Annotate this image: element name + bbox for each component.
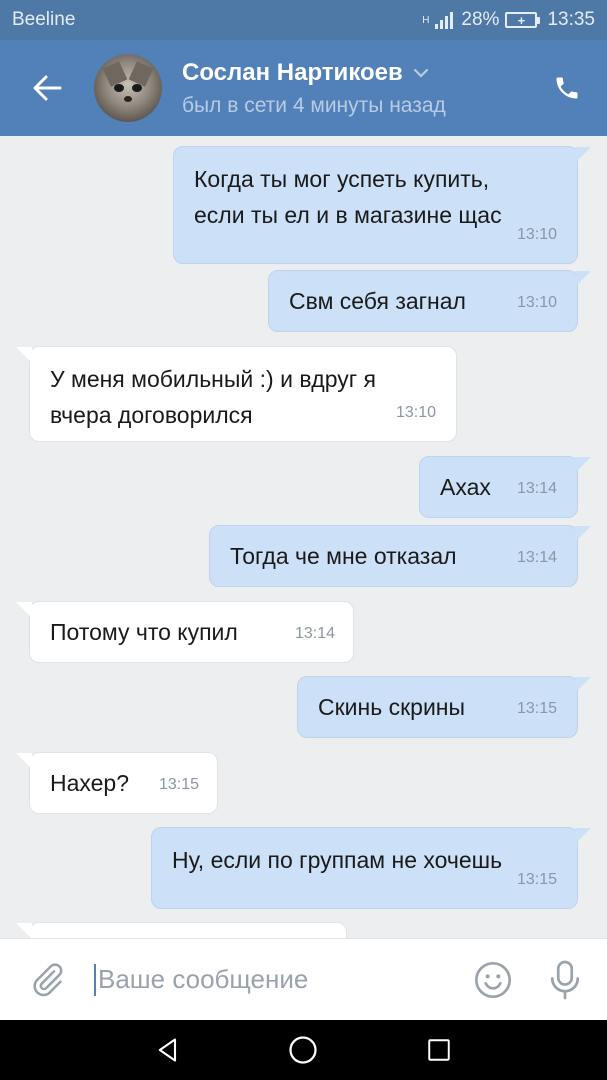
signal-icon — [435, 11, 454, 29]
message-bubble-outgoing[interactable]: Скинь скрины 13:15 — [297, 676, 591, 738]
chat-header: Сослан Нартикоев был в сети 4 минуты наз… — [0, 40, 607, 136]
message-time: 13:14 — [516, 480, 557, 497]
message-time: 13:10 — [395, 404, 436, 421]
battery-icon: + — [505, 12, 541, 28]
back-button[interactable] — [0, 40, 94, 136]
message-text: У меня мобильный :) и вдруг я — [50, 366, 376, 392]
message-text: Свм себя загнал — [289, 288, 466, 314]
message-time: 13:10 — [516, 226, 557, 243]
attach-button[interactable] — [0, 939, 94, 1021]
message-bubble-outgoing[interactable]: Тогда че мне отказал 13:14 — [209, 525, 591, 587]
smiley-icon — [475, 961, 511, 998]
message-time: 13:14 — [516, 549, 557, 566]
status-bar: Beeline H 28% + 13:35 — [0, 0, 607, 40]
message-input-wrapper[interactable] — [94, 939, 463, 1021]
voice-message-button[interactable] — [523, 939, 607, 1021]
message-text: Нахер? — [50, 770, 130, 796]
battery-percent: 28% — [461, 9, 500, 30]
chevron-down-icon — [413, 68, 429, 78]
microphone-icon — [550, 960, 580, 999]
carrier-name: Beeline — [12, 9, 76, 30]
contact-name: Сослан Нартикоев — [182, 58, 403, 86]
contact-name-row: Сослан Нартикоев — [182, 59, 527, 87]
message-text: вчера договорился — [50, 402, 253, 428]
network-type: H — [422, 15, 430, 26]
message-bubble-incoming[interactable]: Потому что купил 13:14 — [16, 601, 354, 663]
message-bubble-outgoing[interactable]: Свм себя загнал 13:10 — [268, 270, 591, 332]
message-bubble-incoming[interactable]: Нахер? 13:15 — [16, 752, 218, 814]
paperclip-icon — [33, 962, 63, 996]
message-bubble-outgoing[interactable]: Когда ты мог успеть купить, если ты ел и… — [173, 146, 591, 264]
nav-back-button[interactable] — [138, 1020, 198, 1080]
message-time: 13:15 — [516, 700, 557, 717]
text-caret — [94, 963, 96, 996]
arrow-left-icon — [33, 75, 62, 101]
message-text: Когда ты мог успеть купить, — [194, 166, 490, 192]
nav-home-button[interactable] — [273, 1020, 333, 1080]
message-time: 13:14 — [294, 625, 335, 642]
contact-last-seen: был в сети 4 минуты назад — [182, 93, 446, 117]
system-nav-bar — [0, 1020, 607, 1080]
message-text: Скинь скрины — [318, 694, 466, 720]
message-input[interactable] — [97, 964, 463, 995]
message-text: если ты ел и в магазине щас — [194, 202, 502, 228]
message-time: 13:15 — [516, 871, 557, 888]
clock: 13:35 — [547, 9, 595, 30]
call-button[interactable] — [527, 40, 607, 136]
message-time: 13:15 — [158, 776, 199, 793]
phone-icon — [556, 77, 578, 99]
message-text: Тогда че мне отказал — [230, 543, 457, 569]
home-circle-icon — [289, 1036, 318, 1064]
status-indicators: H 28% + 13:35 — [422, 9, 595, 31]
message-bubble-outgoing[interactable]: Ну, если по группам не хочешь 13:15 — [151, 827, 591, 909]
message-text: Ахах — [440, 474, 491, 500]
emoji-button[interactable] — [463, 939, 523, 1021]
avatar[interactable] — [94, 54, 162, 122]
back-triangle-icon — [158, 1038, 176, 1062]
message-bubble-outgoing[interactable]: Ахах 13:14 — [419, 456, 591, 518]
message-bubble-incoming-partial[interactable] — [16, 922, 347, 938]
contact-info[interactable]: Сослан Нартикоев был в сети 4 минуты наз… — [182, 59, 527, 118]
nav-recents-button[interactable] — [409, 1020, 469, 1080]
message-list[interactable]: Когда ты мог успеть купить, если ты ел и… — [0, 136, 607, 938]
message-bubble-incoming[interactable]: У меня мобильный :) и вдруг я вчера дого… — [16, 346, 457, 442]
message-composer — [0, 938, 607, 1020]
message-text: Потому что купил — [50, 619, 238, 645]
message-text: Ну, если по группам не хочешь — [172, 847, 503, 873]
message-time: 13:10 — [516, 294, 557, 311]
recents-square-icon — [428, 1039, 450, 1061]
